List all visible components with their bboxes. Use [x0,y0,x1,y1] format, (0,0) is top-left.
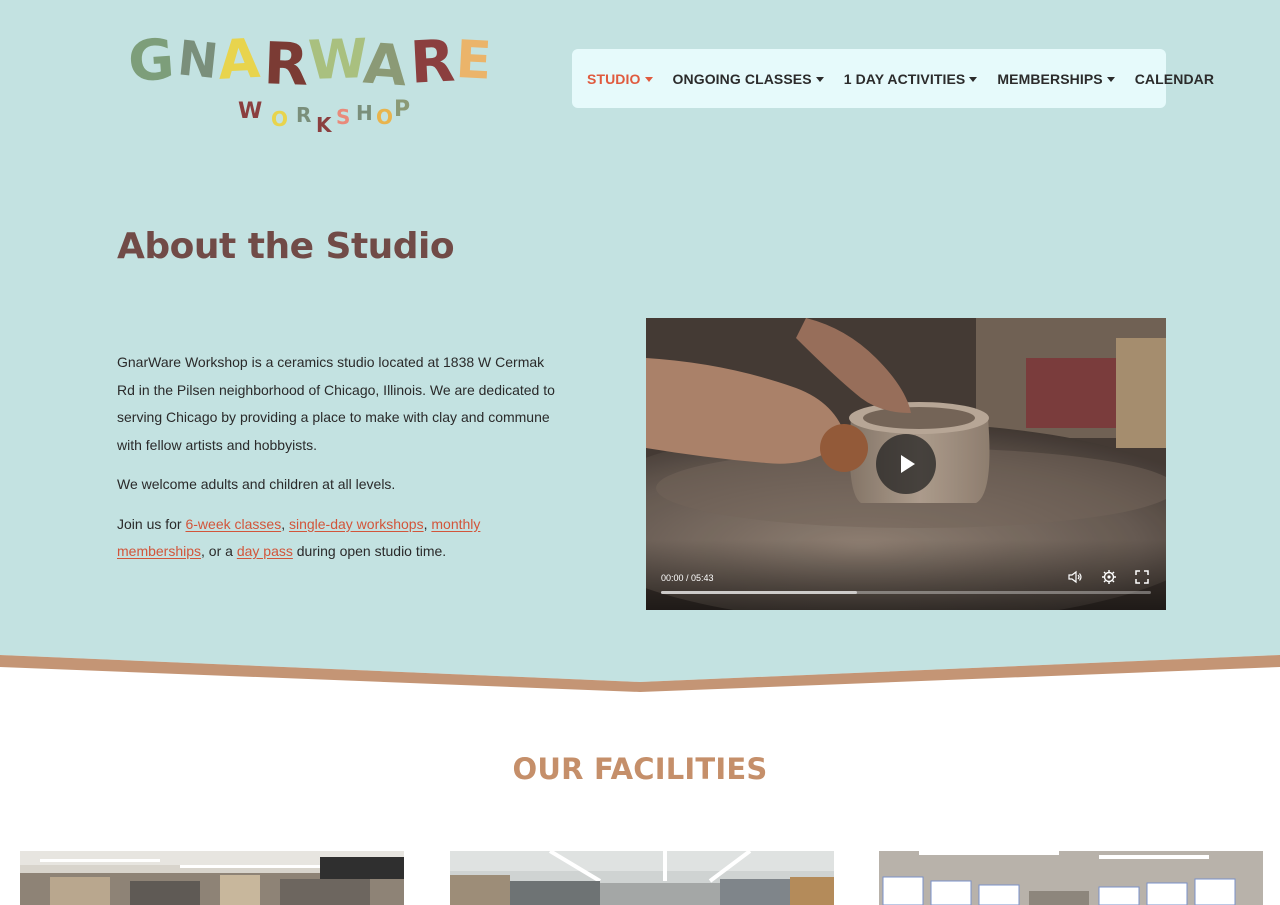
nav-item-memberships[interactable]: MEMBERSHIPS [997,70,1115,87]
main-nav: STUDIO ONGOING CLASSES 1 DAY ACTIVITIES … [572,49,1214,108]
link-6-week-classes[interactable]: 6-week classes [185,516,281,532]
text-fragment: , or a [201,543,237,559]
nav-item-calendar[interactable]: CALENDAR [1135,71,1214,87]
caret-down-icon [1106,76,1115,82]
settings-icon[interactable] [1101,569,1117,585]
svg-text:P: P [394,97,410,122]
svg-text:A: A [216,27,261,92]
svg-text:K: K [316,113,333,137]
nav-item-studio[interactable]: STUDIO [587,71,653,87]
about-text: GnarWare Workshop is a ceramics studio l… [117,349,557,578]
link-day-pass[interactable]: day pass [237,543,293,559]
svg-text:W: W [238,99,262,124]
nav-item-label: MEMBERSHIPS [997,70,1103,87]
svg-text:G: G [126,27,176,95]
svg-text:O: O [376,105,393,129]
about-paragraph-1: GnarWare Workshop is a ceramics studio l… [117,354,555,453]
facility-photo-1[interactable] [20,851,404,905]
svg-text:S: S [336,105,350,129]
video-time: 00:00 / 05:43 [661,573,714,583]
site-logo[interactable]: G N A R W A R E W O R K S H O P [126,18,496,142]
text-fragment: , [281,515,289,532]
svg-text:E: E [454,30,493,92]
svg-text:R: R [296,103,311,127]
page-title: About the Studio [117,226,455,267]
fullscreen-icon[interactable] [1134,569,1150,585]
nav-item-1-day-activities[interactable]: 1 DAY ACTIVITIES [844,71,978,87]
play-button[interactable] [876,434,936,494]
nav-item-label: STUDIO [587,70,641,87]
about-paragraph-3: Join us for 6-week classes, single-day w… [117,511,557,566]
caret-down-icon [969,76,978,82]
text-fragment: during open studio time. [292,543,447,559]
caret-down-icon [644,76,653,82]
svg-text:N: N [175,30,221,90]
facility-photo-2[interactable] [450,851,834,905]
caret-down-icon [815,76,824,82]
text-fragment: Join us for [117,515,186,532]
nav-item-label: ONGOING CLASSES [672,70,812,87]
video-player[interactable]: 00:00 / 05:43 [646,318,1166,610]
section-title-facilities: OUR FACILITIES [512,752,768,786]
svg-text:W: W [307,27,369,92]
nav-item-ongoing-classes[interactable]: ONGOING CLASSES [673,71,824,87]
svg-text:R: R [408,27,456,97]
video-buffer-fill [661,591,857,594]
link-single-day-workshops[interactable]: single-day workshops [289,516,424,532]
svg-text:R: R [263,29,310,99]
svg-text:A: A [361,32,409,100]
volume-icon[interactable] [1067,569,1083,585]
video-progress-bar[interactable] [661,591,1151,594]
about-paragraph-2: We welcome adults and children at all le… [117,476,396,492]
svg-text:H: H [356,101,373,125]
facility-photo-3[interactable] [879,851,1263,905]
nav-item-label: 1 DAY ACTIVITIES [843,70,966,87]
nav-item-label: CALENDAR [1134,70,1215,87]
wave-divider [0,655,1280,710]
svg-text:O: O [271,107,288,131]
